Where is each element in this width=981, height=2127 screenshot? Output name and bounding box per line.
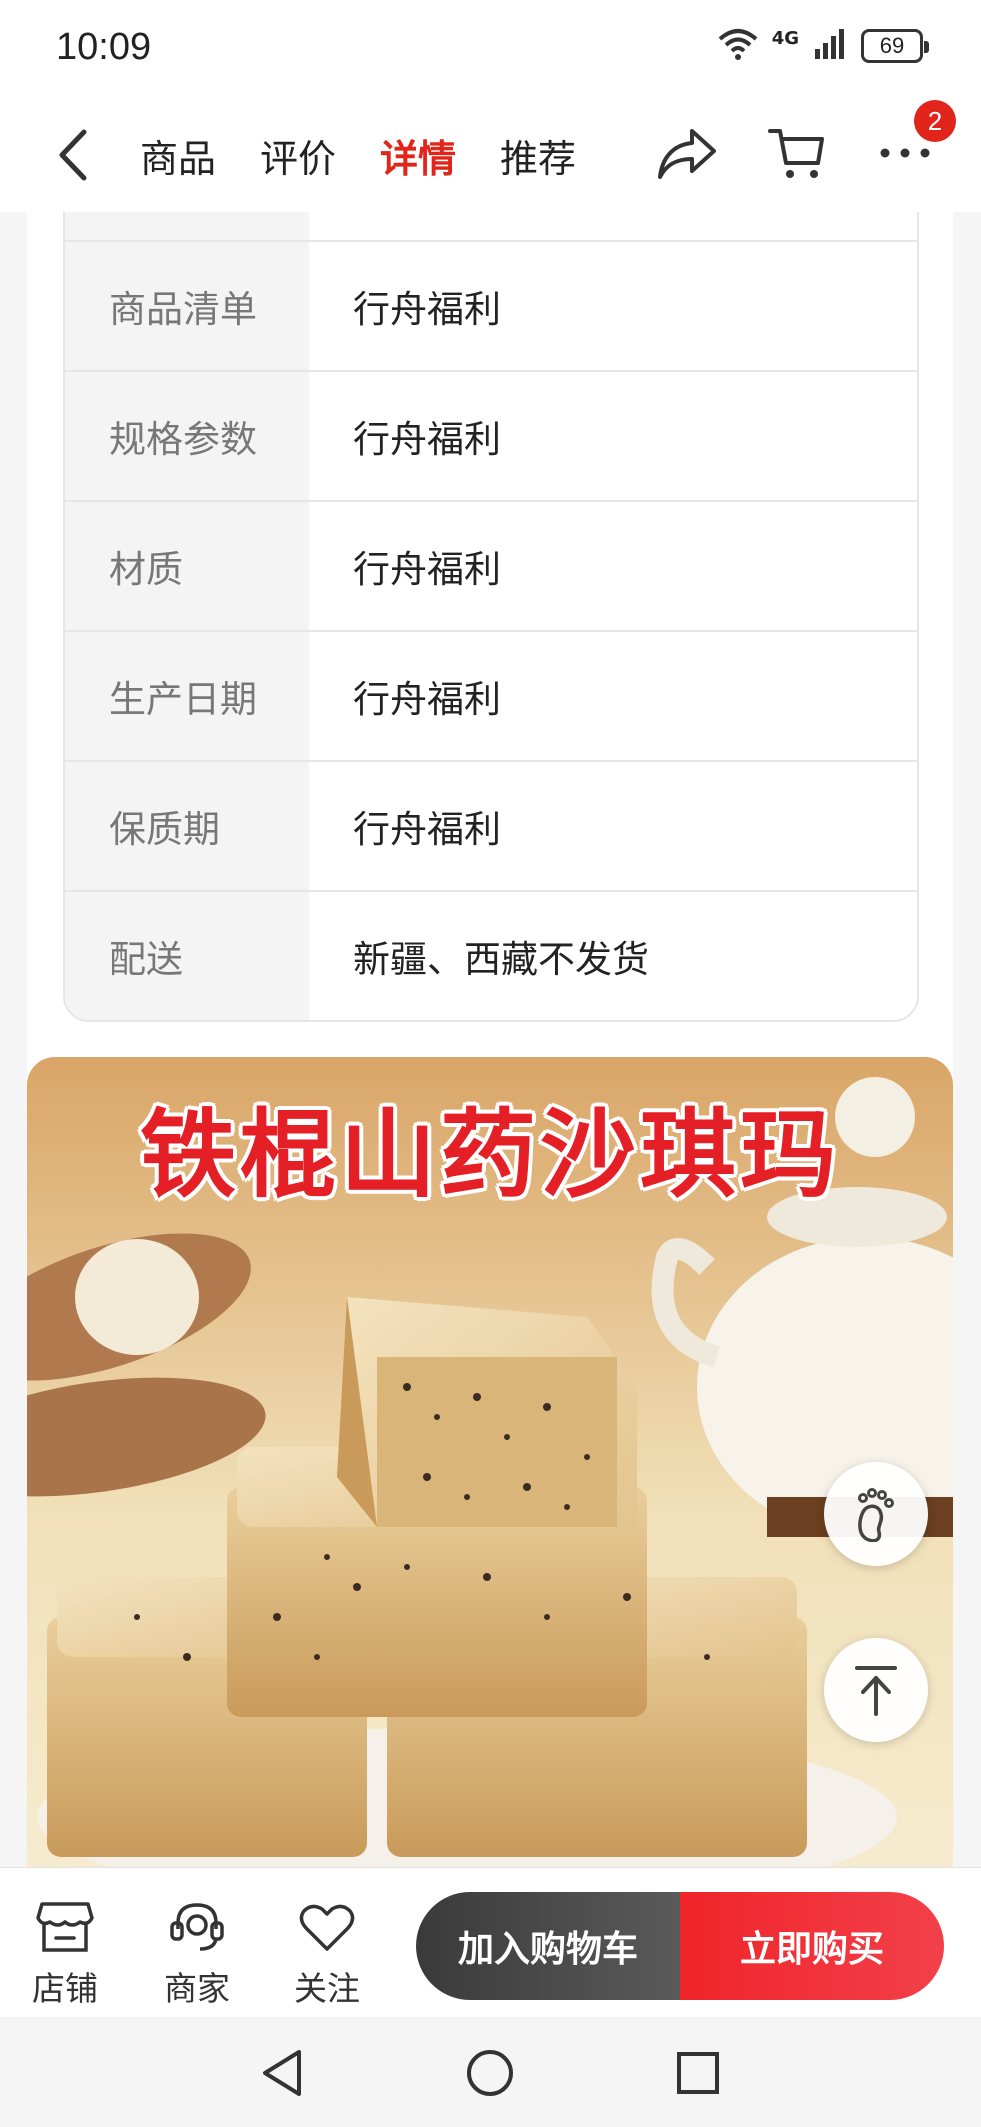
system-navigation-bar — [0, 2017, 981, 2127]
share-icon[interactable] — [652, 118, 722, 188]
spec-label: 规格参数 — [65, 372, 309, 500]
spec-label: 配送 — [65, 892, 309, 1020]
spec-value: 行舟福利 — [353, 548, 501, 591]
nav-tabs: 商品 评价 详情 推荐 — [140, 122, 576, 189]
detail-content: 商品清单 行舟福利 规格参数 行舟福利 材质 行舟福利 生产日期 行舟福利 保质… — [27, 212, 953, 1867]
merchant-button[interactable]: 商家 — [152, 1898, 242, 2010]
network-label: 4G — [771, 27, 799, 49]
store-button[interactable]: 店铺 — [20, 1898, 110, 2010]
status-time: 10:09 — [56, 26, 152, 68]
product-image-title: 铁棍山药沙琪玛 — [140, 1098, 840, 1211]
table-row — [65, 212, 917, 240]
spec-value: 行舟福利 — [353, 808, 501, 851]
status-bar: 10:09 4G 69 — [0, 0, 981, 92]
spec-table: 商品清单 行舟福利 规格参数 行舟福利 材质 行舟福利 生产日期 行舟福利 保质… — [63, 212, 919, 1022]
wifi-icon — [718, 27, 758, 65]
table-row: 商品清单 行舟福利 — [65, 240, 917, 370]
spec-value: 行舟福利 — [353, 288, 501, 331]
merchant-label: 商家 — [164, 1969, 230, 2008]
tab-recommend[interactable]: 推荐 — [500, 122, 576, 189]
tab-product[interactable]: 商品 — [140, 122, 216, 189]
spec-label-cell — [65, 212, 309, 240]
buy-now-button[interactable]: 立即购买 — [680, 1892, 944, 2000]
cart-icon[interactable] — [762, 118, 832, 188]
product-detail-image: 铁棍山药沙琪玛 — [27, 1057, 953, 1867]
table-row: 配送 新疆、西藏不发货 — [65, 890, 917, 1020]
spec-value-cell — [309, 212, 917, 240]
system-home-icon[interactable] — [460, 2043, 520, 2103]
notification-badge: 2 — [914, 100, 956, 142]
battery-level: 69 — [879, 33, 905, 58]
spec-label: 材质 — [65, 502, 309, 630]
spec-value: 行舟福利 — [353, 418, 501, 461]
tab-reviews[interactable]: 评价 — [260, 122, 336, 189]
signal-icon — [813, 27, 847, 65]
table-row: 保质期 行舟福利 — [65, 760, 917, 890]
system-recents-icon[interactable] — [668, 2043, 728, 2103]
add-to-cart-button[interactable]: 加入购物车 — [416, 1892, 680, 2000]
back-to-top-icon[interactable] — [824, 1638, 928, 1742]
top-nav-bar: 商品 评价 详情 推荐 2 — [0, 92, 981, 212]
system-back-icon[interactable] — [252, 2043, 312, 2103]
spec-value: 行舟福利 — [353, 678, 501, 721]
spec-label: 商品清单 — [65, 242, 309, 370]
heart-icon — [298, 1898, 356, 1956]
tab-details[interactable]: 详情 — [380, 122, 456, 189]
battery-icon: 69 — [861, 29, 929, 63]
back-arrow-icon[interactable] — [48, 118, 104, 188]
product-detail-page: 10:09 4G 69 商品 评价 详情 推荐 2 商品清单 行舟福利 规格参数… — [0, 0, 981, 2127]
footprint-icon[interactable] — [824, 1462, 928, 1566]
store-icon — [36, 1898, 94, 1956]
store-label: 店铺 — [32, 1969, 98, 2008]
table-row: 规格参数 行舟福利 — [65, 370, 917, 500]
follow-button[interactable]: 关注 — [282, 1898, 372, 2010]
bottom-action-bar: 店铺 商家 关注 加入购物车 立即购买 — [0, 1867, 981, 2017]
status-icons: 4G 69 — [718, 26, 929, 66]
table-row: 材质 行舟福利 — [65, 500, 917, 630]
spec-label: 生产日期 — [65, 632, 309, 760]
customer-service-icon — [168, 1898, 226, 1956]
table-row: 生产日期 行舟福利 — [65, 630, 917, 760]
follow-label: 关注 — [294, 1969, 360, 2008]
purchase-buttons: 加入购物车 立即购买 — [416, 1892, 944, 2000]
spec-label: 保质期 — [65, 762, 309, 890]
spec-value: 新疆、西藏不发货 — [353, 938, 649, 981]
